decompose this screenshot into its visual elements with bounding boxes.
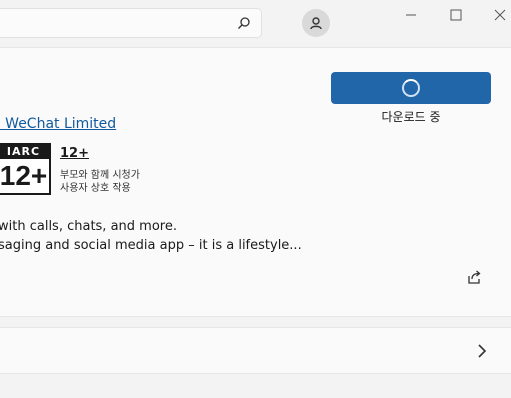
download-button[interactable] [331, 72, 491, 104]
maximize-icon[interactable] [449, 8, 463, 22]
search-box[interactable] [0, 8, 262, 38]
download-status: 다운로드 중 [381, 110, 441, 124]
person-icon [310, 17, 322, 30]
share-icon[interactable] [466, 269, 482, 285]
rating-badge-age: 12+ [0, 160, 48, 191]
rating-age-link[interactable]: 12+ [60, 146, 89, 161]
loading-spinner-icon [402, 79, 420, 97]
iarc-rating-icon: IARC 12+ [0, 143, 51, 195]
account-avatar[interactable] [302, 9, 330, 37]
minimize-icon[interactable] [404, 8, 418, 22]
search-icon[interactable] [237, 16, 251, 30]
close-icon[interactable] [493, 8, 507, 22]
rating-badge-top: IARC [0, 145, 49, 159]
description-line-1: with calls, chats, and more. [0, 219, 177, 234]
description-line-2: saging and social media app – it is a li… [0, 238, 302, 253]
expandable-row[interactable] [0, 327, 511, 374]
rating-description-2: 사용자 상호 작용 [60, 183, 131, 194]
chevron-right-icon[interactable] [476, 343, 488, 359]
publisher-link[interactable]: ː WeChat Limited [0, 116, 116, 132]
